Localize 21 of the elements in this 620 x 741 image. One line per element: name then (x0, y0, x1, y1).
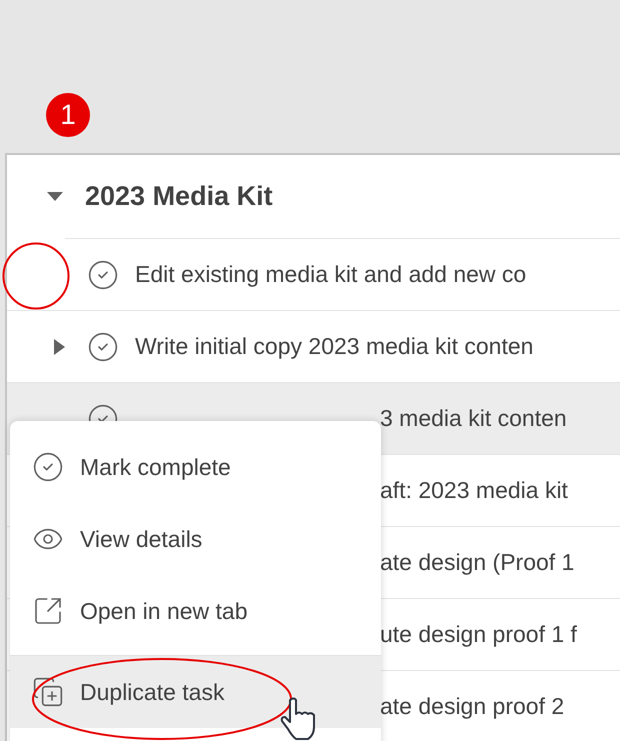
menu-item[interactable]: Mark complete (10, 431, 381, 503)
task-title: ate design proof 2 (380, 692, 564, 722)
step-badge: 1 (46, 93, 90, 137)
expand-caret-icon[interactable] (54, 338, 65, 354)
task-title: ute design proof 1 f (380, 620, 577, 650)
check-circle-icon[interactable] (87, 258, 119, 290)
task-title: ate design (Proof 1 (380, 548, 574, 578)
task-title: Edit existing media kit and add new co (135, 260, 526, 290)
duplicate-icon (32, 676, 64, 708)
check-circle-icon[interactable] (87, 330, 119, 362)
highlight-ring (2, 242, 70, 310)
task-title: aft: 2023 media kit (380, 476, 568, 506)
menu-item[interactable]: Open in new tab (10, 575, 381, 647)
collapse-caret-icon[interactable] (47, 192, 63, 202)
menu-item[interactable]: Duplicate task (10, 656, 381, 728)
open-external-icon (32, 595, 64, 627)
group-title: 2023 Media Kit (85, 180, 273, 214)
check-circle-icon (32, 451, 64, 483)
task-title: Write initial copy 2023 media kit conten (135, 332, 534, 362)
task-title: 3 media kit conten (380, 404, 567, 434)
menu-item[interactable]: View details (10, 503, 381, 575)
